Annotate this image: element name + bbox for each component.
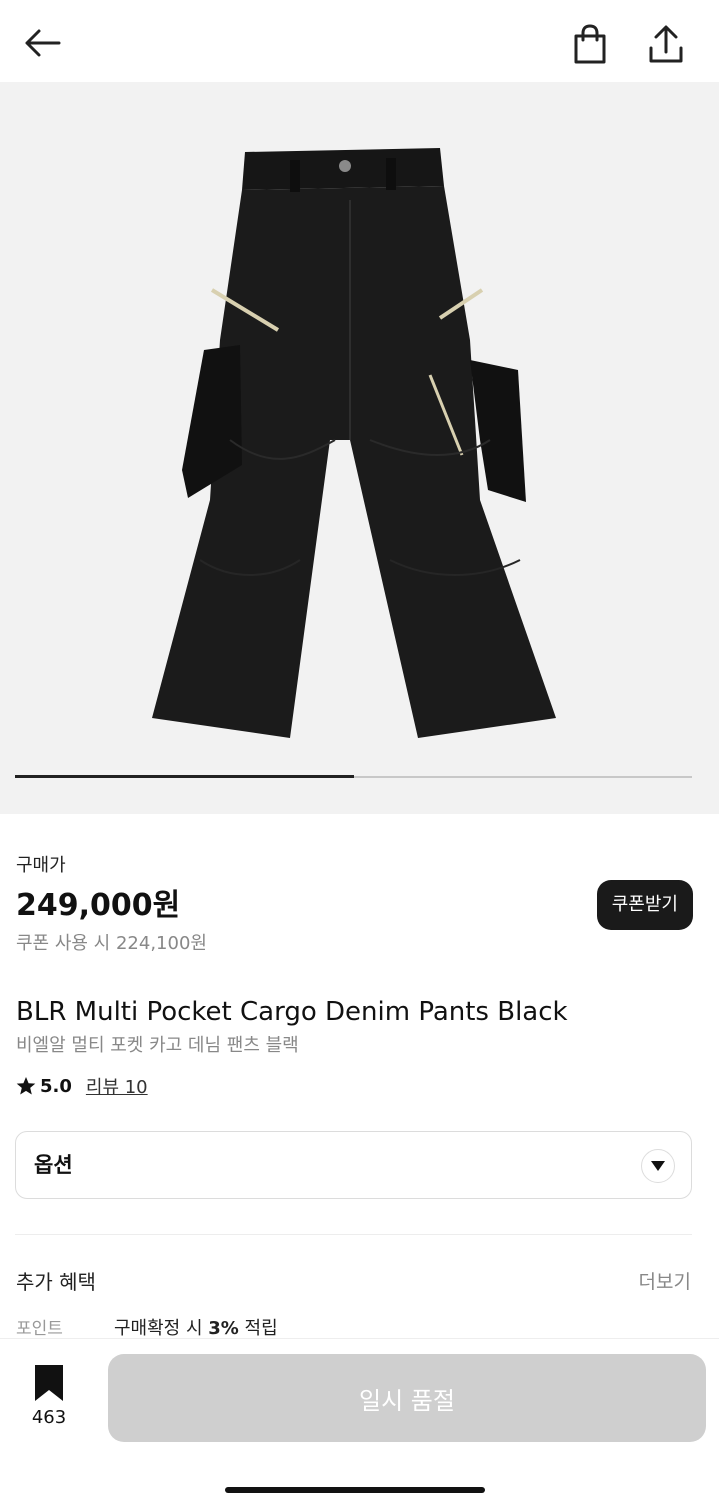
shopping-bag-button[interactable]	[564, 20, 616, 68]
image-slider-track[interactable]	[15, 775, 692, 778]
option-select[interactable]: 옵션	[15, 1131, 692, 1199]
benefits-more-link[interactable]: 더보기	[639, 1266, 691, 1298]
coupon-price: 쿠폰 사용 시 224,100원	[16, 933, 207, 954]
product-name: BLR Multi Pocket Cargo Denim Pants Black	[16, 997, 568, 1027]
wishlist-button[interactable]: 463	[18, 1365, 80, 1435]
section-divider	[15, 1234, 692, 1235]
wishlist-count: 463	[31, 1407, 67, 1428]
home-indicator	[225, 1487, 485, 1493]
product-image-gallery[interactable]	[0, 82, 719, 814]
shopping-bag-icon	[574, 24, 606, 64]
rating-value: 5.0	[40, 1075, 72, 1097]
point-suffix: 적립	[238, 1318, 278, 1339]
rating-row: 5.0 리뷰 10	[16, 1071, 148, 1101]
caret-down-icon	[651, 1161, 665, 1171]
top-navigation-bar	[0, 0, 719, 82]
bottom-action-bar: 463 일시 품절	[0, 1338, 719, 1500]
image-slider-progress	[15, 775, 354, 778]
back-button[interactable]	[16, 20, 70, 66]
share-icon	[649, 25, 683, 63]
price-value: 249,000원	[16, 888, 181, 923]
star-icon	[16, 1077, 36, 1095]
option-label: 옵션	[34, 1153, 73, 1177]
arrow-left-icon	[25, 29, 61, 57]
soldout-button[interactable]: 일시 품절	[108, 1354, 706, 1442]
point-prefix: 구매확정 시	[114, 1318, 209, 1339]
get-coupon-button[interactable]: 쿠폰받기	[596, 880, 693, 930]
review-link[interactable]: 리뷰 10	[86, 1073, 148, 1099]
bookmark-icon	[35, 1365, 63, 1401]
price-section: 구매가 249,000원 쿠폰 사용 시 224,100원 쿠폰받기	[16, 852, 693, 958]
benefits-title: 추가 혜택	[16, 1270, 96, 1294]
point-value: 3%	[208, 1318, 239, 1339]
product-subname: 비엘알 멀티 포켓 카고 데님 팬츠 블랙	[16, 1035, 299, 1056]
dropdown-button[interactable]	[641, 1149, 675, 1183]
product-image[interactable]	[140, 140, 570, 750]
share-button[interactable]	[640, 20, 692, 68]
price-label: 구매가	[16, 855, 66, 876]
